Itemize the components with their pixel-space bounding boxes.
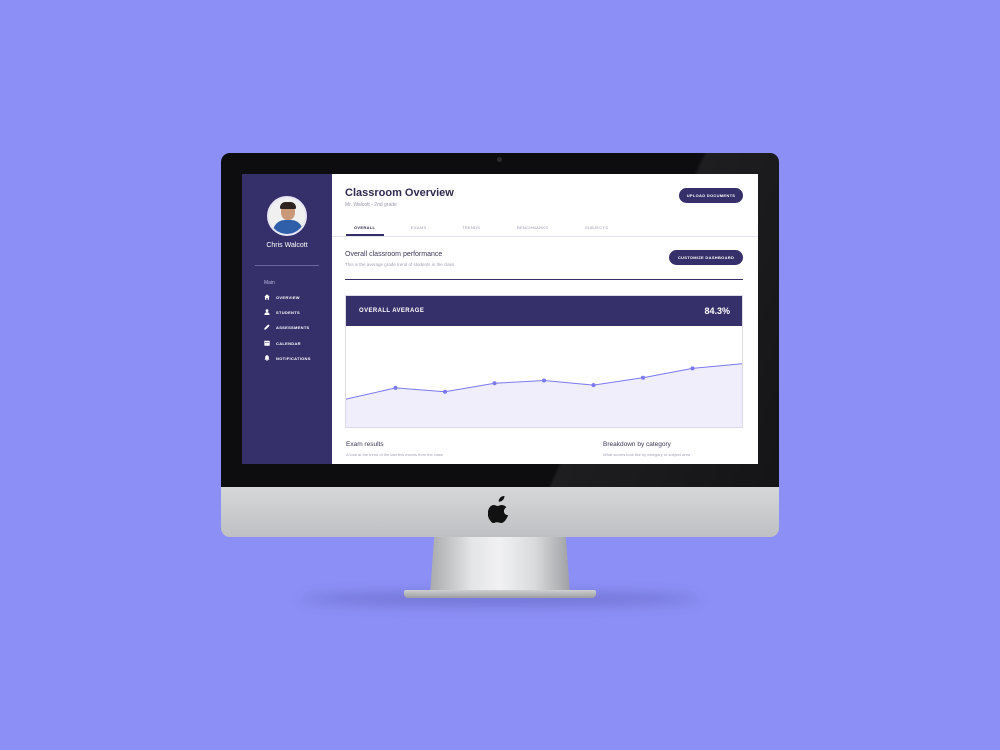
sidebar-item-label: ASSESSMENTS [276, 324, 310, 330]
customize-dashboard-button[interactable]: CUSTOMIZE DASHBOARD [669, 250, 743, 265]
tab-bar: OVERALL EXAMS TRENDS BENCHMARKS SUBJECTS [332, 223, 758, 237]
monitor-stand [430, 537, 570, 593]
app-screen: Chris Walcott Main OVERVIEW STUDENTS ASS… [242, 174, 758, 464]
sidebar-item-students[interactable]: STUDENTS [264, 308, 300, 316]
sidebar: Chris Walcott Main OVERVIEW STUDENTS ASS… [242, 174, 332, 464]
monitor-chin [221, 487, 779, 537]
exam-results-subtitle: A look at the trend of the last few exam… [346, 452, 443, 457]
calendar-icon [264, 340, 270, 346]
chart-point[interactable] [591, 383, 596, 388]
apple-logo-icon [488, 495, 509, 523]
tab-subjects[interactable]: SUBJECTS [585, 225, 608, 230]
pencil-icon [264, 324, 270, 330]
bell-icon [264, 355, 270, 361]
chart-area [346, 363, 742, 427]
tab-benchmarks[interactable]: BENCHMARKS [517, 225, 548, 230]
chart-point[interactable] [492, 381, 497, 386]
chart-point[interactable] [393, 385, 398, 390]
overall-average-card: OVERALL AVERAGE 84.3% [345, 295, 743, 428]
sidebar-item-label: CALENDAR [276, 340, 301, 346]
average-value: 84.3% [704, 306, 730, 316]
user-name: Chris Walcott [266, 242, 308, 249]
sidebar-section-label: Main [264, 280, 275, 286]
sidebar-item-label: NOTIFICATIONS [276, 355, 311, 361]
tab-exams[interactable]: EXAMS [411, 225, 427, 230]
tab-trends[interactable]: TRENDS [462, 225, 480, 230]
user-icon [264, 309, 270, 315]
breakdown-title: Breakdown by category [603, 441, 671, 448]
sidebar-divider [255, 265, 319, 266]
card-header: OVERALL AVERAGE 84.3% [346, 296, 742, 326]
active-tab-indicator [346, 234, 384, 236]
sidebar-item-assessments[interactable]: ASSESSMENTS [264, 323, 310, 331]
page-subtitle: Mr. Walcott - 2nd grade [345, 202, 397, 208]
page-title: Classroom Overview [345, 187, 454, 199]
breakdown-subtitle: What scores look like by category or sub… [603, 452, 691, 457]
home-icon [264, 294, 270, 300]
card-title: OVERALL AVERAGE [359, 308, 425, 314]
sidebar-item-label: STUDENTS [276, 309, 300, 315]
chart-point[interactable] [690, 366, 695, 371]
sidebar-item-notifications[interactable]: NOTIFICATIONS [264, 354, 311, 362]
performance-title: Overall classroom performance [345, 251, 443, 258]
exam-results-title: Exam results [346, 441, 384, 448]
trend-chart [346, 363, 742, 427]
chart-point[interactable] [542, 378, 546, 383]
sidebar-item-overview[interactable]: OVERVIEW [264, 293, 300, 301]
camera-icon [497, 157, 502, 162]
chart-point[interactable] [443, 389, 447, 394]
tab-overall[interactable]: OVERALL [354, 225, 375, 230]
upload-documents-button[interactable]: UPLOAD DOCUMENTS [679, 188, 743, 203]
sidebar-item-label: OVERVIEW [276, 294, 300, 300]
avatar[interactable] [267, 196, 307, 236]
section-divider [345, 279, 743, 280]
performance-subtitle: This is the average grade trend of stude… [345, 262, 455, 267]
sidebar-item-calendar[interactable]: CALENDAR [264, 339, 301, 347]
monitor-base [404, 590, 596, 598]
main-content: Classroom Overview Mr. Walcott - 2nd gra… [332, 174, 758, 464]
chart-point[interactable] [641, 375, 645, 380]
